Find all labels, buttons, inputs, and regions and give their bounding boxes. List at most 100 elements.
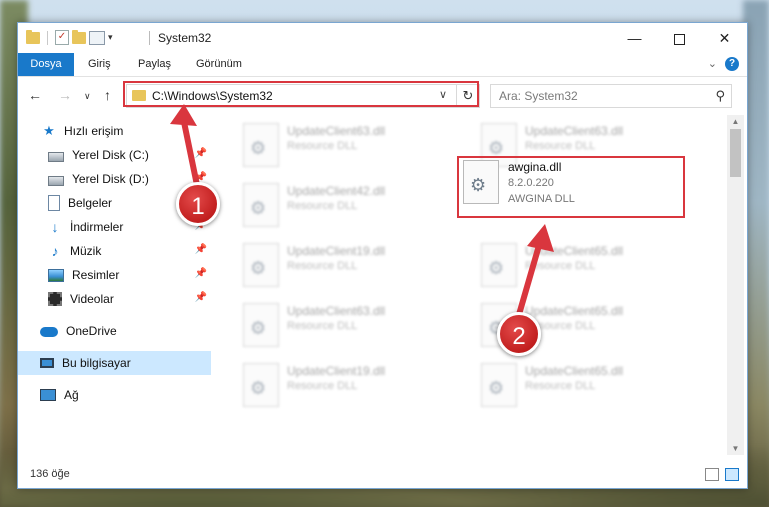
file-name: UpdateClient63.dll: [287, 304, 386, 318]
sidebar-item-label: Müzik: [70, 244, 102, 258]
tab-file[interactable]: Dosya: [18, 53, 74, 76]
toolbar-separator: [47, 30, 48, 45]
sidebar-item-label: Videolar: [70, 292, 114, 306]
minimize-button[interactable]: —: [612, 23, 657, 53]
sidebar-item-label: Ağ: [64, 388, 79, 402]
customize-toolbar-dropdown-icon[interactable]: ▾: [108, 32, 113, 43]
list-item[interactable]: UpdateClient63.dll Resource DLL: [213, 295, 441, 351]
dll-file-icon: [243, 303, 279, 347]
pictures-icon: [48, 268, 64, 282]
file-description: Resource DLL: [287, 320, 358, 332]
address-dropdown-icon[interactable]: ∨: [439, 88, 447, 101]
close-button[interactable]: ✕: [702, 23, 747, 53]
tab-share[interactable]: Paylaş: [138, 53, 171, 76]
sidebar-item-label: Yerel Disk (D:): [72, 172, 149, 186]
list-item[interactable]: UpdateClient63.dll Resource DLL: [213, 115, 441, 171]
sidebar-item-label: Bu bilgisayar: [62, 356, 131, 370]
scrollbar-thumb[interactable]: [730, 129, 741, 177]
file-description: Resource DLL: [525, 260, 596, 272]
sidebar-item-network[interactable]: Ağ: [18, 383, 211, 407]
explorer-window: ✓ ▾ System32 — ✕ Dosya Giriş Paylaş Görü…: [17, 22, 748, 489]
file-name: UpdateClient65.dll: [525, 304, 624, 318]
search-box[interactable]: Ara: System32 ⚲: [490, 84, 732, 108]
back-icon[interactable]: ←: [28, 87, 42, 103]
dll-file-icon: [481, 363, 517, 407]
dll-file-icon: [243, 123, 279, 167]
list-item[interactable]: UpdateClient65.dll Resource DLL: [451, 235, 679, 291]
file-description: Resource DLL: [525, 140, 596, 152]
dll-file-icon: [243, 243, 279, 287]
item-count: 136 öğe: [30, 468, 70, 480]
vertical-scrollbar[interactable]: ▲ ▼: [727, 115, 744, 455]
file-name: UpdateClient63.dll: [525, 124, 624, 138]
sidebar-item-label: Belgeler: [68, 196, 113, 210]
star-icon: ★: [43, 123, 55, 138]
address-bar[interactable]: C:\Windows\System32 ∨ ↻: [126, 84, 480, 108]
step-marker-1: 1: [176, 182, 220, 226]
help-icon[interactable]: ?: [725, 57, 739, 71]
window-title: System32: [158, 31, 212, 45]
recent-locations-icon[interactable]: ∨: [84, 91, 91, 102]
search-input[interactable]: Ara: System32: [499, 89, 578, 103]
music-icon: ♪: [51, 243, 59, 259]
sidebar-item-this-pc[interactable]: Bu bilgisayar: [18, 351, 211, 375]
scroll-down-icon[interactable]: ▼: [727, 444, 744, 453]
file-name: UpdateClient19.dll: [287, 244, 386, 258]
search-icon[interactable]: ⚲: [715, 88, 725, 104]
sidebar-item-onedrive[interactable]: OneDrive: [18, 319, 211, 343]
list-item[interactable]: UpdateClient65.dll Resource DLL: [451, 355, 679, 411]
documents-icon: [48, 195, 60, 211]
sidebar-item-quick-access[interactable]: ★ Hızlı erişim: [18, 119, 211, 143]
tab-view[interactable]: Görünüm: [196, 53, 242, 76]
file-name: UpdateClient65.dll: [525, 244, 624, 258]
forward-icon[interactable]: →: [58, 87, 72, 103]
highlighted-file-description: AWGINA DLL: [508, 193, 575, 205]
network-icon: [40, 389, 56, 401]
navigation-pane: ★ Hızlı erişim Yerel Disk (C:) 📌 Yerel D…: [18, 115, 211, 455]
expand-ribbon-icon[interactable]: ⌄: [708, 57, 717, 70]
disk-icon: [48, 175, 64, 186]
properties-icon[interactable]: [89, 30, 105, 45]
file-description: Resource DLL: [525, 380, 596, 392]
new-folder-icon[interactable]: [72, 29, 86, 44]
cloud-icon: [40, 327, 58, 337]
videos-icon: [48, 292, 62, 306]
title-separator: [149, 31, 150, 45]
properties-check-icon[interactable]: ✓: [55, 30, 69, 45]
list-item[interactable]: UpdateClient19.dll Resource DLL: [213, 355, 441, 411]
pin-icon[interactable]: 📌: [195, 148, 207, 159]
sidebar-item-label: Resimler: [72, 268, 120, 282]
pin-icon[interactable]: 📌: [195, 268, 207, 279]
sidebar-item-label: Hızlı erişim: [64, 124, 124, 138]
maximize-button[interactable]: [657, 23, 702, 53]
highlighted-file-name[interactable]: awgina.dll: [508, 160, 561, 174]
dll-file-icon: [243, 363, 279, 407]
pin-icon[interactable]: 📌: [195, 292, 207, 303]
large-icons-view-icon[interactable]: [725, 468, 739, 481]
list-item[interactable]: UpdateClient19.dll Resource DLL: [213, 235, 441, 291]
refresh-icon[interactable]: ↻: [456, 85, 479, 107]
folder-icon: [132, 90, 146, 101]
folder-icon[interactable]: [26, 29, 40, 44]
list-item[interactable]: UpdateClient65.dll Resource DLL: [451, 295, 679, 351]
scroll-up-icon[interactable]: ▲: [727, 117, 744, 126]
dll-file-icon[interactable]: [463, 160, 499, 204]
ribbon: Dosya Giriş Paylaş Görünüm ⌄ ?: [18, 53, 747, 77]
address-path[interactable]: C:\Windows\System32: [152, 89, 273, 103]
status-bar: 136 öğe: [18, 463, 747, 487]
sidebar-item-videos[interactable]: Videolar 📌: [18, 287, 211, 311]
dll-file-icon: [243, 183, 279, 227]
file-description: Resource DLL: [287, 380, 358, 392]
file-description: Resource DLL: [287, 140, 358, 152]
list-item[interactable]: UpdateClient42.dll Resource DLL: [213, 175, 441, 231]
pin-icon[interactable]: 📌: [195, 244, 207, 255]
sidebar-item-label: Yerel Disk (C:): [72, 148, 149, 162]
sidebar-item-local-disk-c[interactable]: Yerel Disk (C:) 📌: [18, 143, 211, 167]
step-marker-2: 2: [497, 312, 541, 356]
details-view-icon[interactable]: [705, 468, 719, 481]
sidebar-item-music[interactable]: ♪ Müzik 📌: [18, 239, 211, 263]
tab-home[interactable]: Giriş: [88, 53, 111, 76]
title-bar: ✓ ▾ System32 — ✕: [18, 23, 747, 53]
up-icon[interactable]: ↑: [104, 87, 111, 103]
sidebar-item-pictures[interactable]: Resimler 📌: [18, 263, 211, 287]
